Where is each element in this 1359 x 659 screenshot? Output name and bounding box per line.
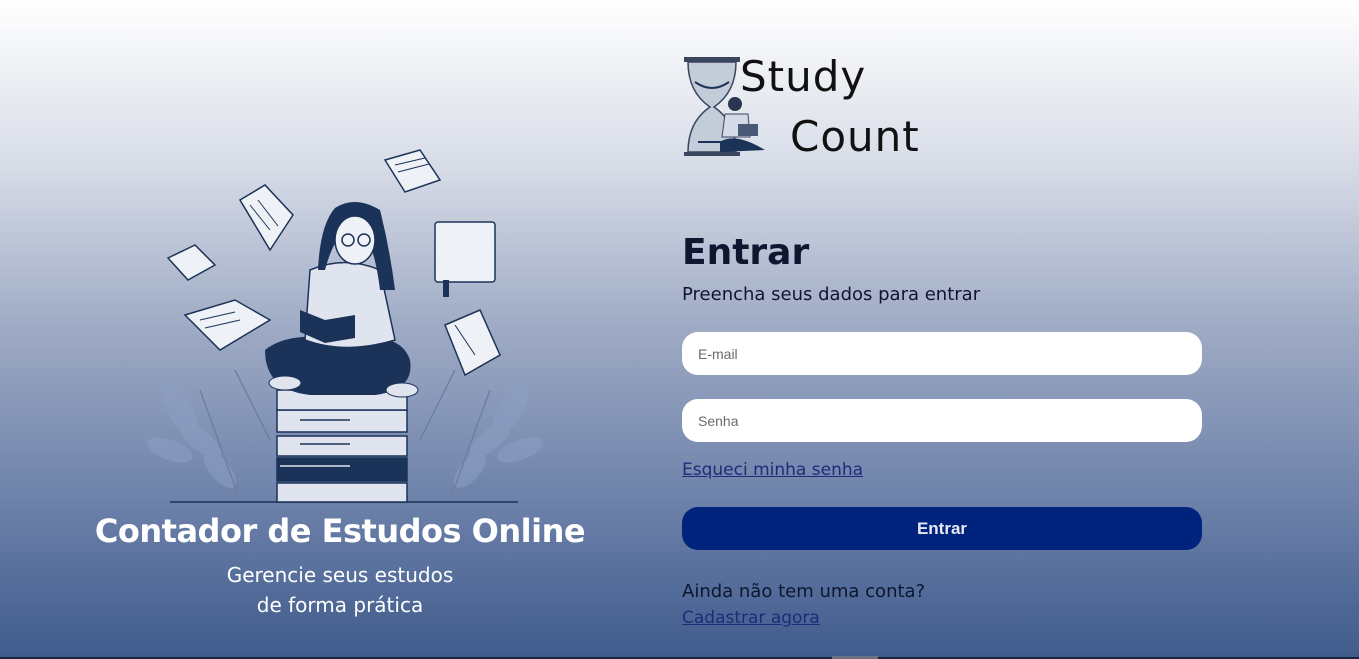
forgot-password-link[interactable]: Esqueci minha senha (682, 460, 863, 480)
signup-link[interactable]: Cadastrar agora (682, 608, 820, 628)
hero-subtitle: Gerencie seus estudos de forma prática (0, 560, 680, 620)
hero-title: Contador de Estudos Online (94, 512, 586, 550)
hero-panel: Contador de Estudos Online Gerencie seus… (0, 0, 680, 659)
hero-subtitle-line2: de forma prática (256, 593, 424, 617)
login-subheading: Preencha seus dados para entrar (682, 284, 981, 305)
reading-girl-illustration (147, 149, 543, 503)
hero-subtitle-line1: Gerencie seus estudos (226, 563, 454, 587)
study-count-logo: Study Count (680, 52, 930, 162)
login-heading: Entrar (682, 232, 810, 273)
signup-question: Ainda não tem uma conta? (682, 581, 926, 602)
password-input[interactable] (682, 399, 1202, 442)
email-input[interactable] (682, 332, 1202, 375)
login-submit-button[interactable]: Entrar (682, 507, 1202, 550)
logo-text-study: Study (740, 52, 867, 101)
logo-text-count: Count (790, 112, 920, 161)
